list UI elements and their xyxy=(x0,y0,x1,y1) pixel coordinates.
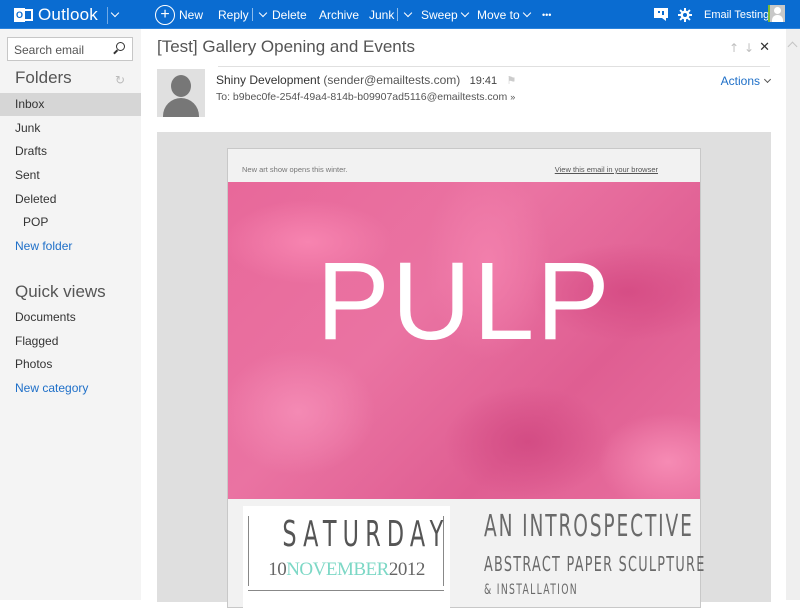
message-time: 19:41 xyxy=(469,75,498,87)
newsletter: New art show opens this winter. View thi… xyxy=(227,148,704,616)
actions-label: Actions xyxy=(720,74,760,88)
intro-heading: AN INTROSPECTIVE xyxy=(484,509,694,544)
scrollbar[interactable] xyxy=(786,29,800,600)
new-label: New xyxy=(179,7,204,22)
actions-menu[interactable]: Actions xyxy=(720,74,772,88)
move-to-button[interactable]: Move to xyxy=(477,0,531,29)
divider xyxy=(248,590,444,591)
sender-name[interactable]: Shiny Development xyxy=(216,73,320,87)
folder-pop[interactable]: POP xyxy=(0,211,141,234)
folder-inbox[interactable]: Inbox xyxy=(0,93,141,116)
hero-image: PULP xyxy=(228,182,700,499)
new-category-link[interactable]: New category xyxy=(0,377,141,400)
sender-avatar xyxy=(157,69,205,117)
top-command-bar: O Outlook + New Reply Delete Archive Jun… xyxy=(0,0,800,29)
reply-options-chevron-icon[interactable] xyxy=(258,8,267,17)
junk-label: Junk xyxy=(369,7,395,22)
folders-heading: Folders xyxy=(15,68,72,87)
more-label: ••• xyxy=(542,9,552,20)
folder-drafts[interactable]: Drafts xyxy=(0,140,141,163)
message-navigation: ↑ ↓ ✕ xyxy=(729,40,770,55)
sweep-label: Sweep xyxy=(421,7,458,22)
feedback-icon xyxy=(654,8,668,21)
close-icon[interactable]: ✕ xyxy=(759,40,770,55)
archive-button[interactable]: Archive xyxy=(319,0,359,29)
event-day: SATURDAY xyxy=(282,514,450,555)
settings-button[interactable] xyxy=(678,0,692,29)
user-name: Email Testing xyxy=(704,8,770,21)
chevron-down-icon xyxy=(763,75,772,83)
event-date-day: 10 xyxy=(268,559,287,580)
next-message-arrow-icon[interactable]: ↓ xyxy=(744,41,754,55)
intro-subheading: ABSTRACT PAPER SCULPTURE xyxy=(484,552,706,576)
search-input[interactable] xyxy=(14,42,110,57)
folder-junk[interactable]: Junk xyxy=(0,117,141,140)
message-subject: [Test] Gallery Opening and Events xyxy=(157,37,415,56)
user-menu[interactable]: Email Testing xyxy=(704,0,769,29)
quick-view-photos[interactable]: Photos xyxy=(0,353,141,376)
folder-deleted[interactable]: Deleted xyxy=(0,188,141,211)
sender-email: (sender@emailtests.com) xyxy=(323,73,461,87)
move-to-label: Move to xyxy=(477,7,520,22)
new-folder-link[interactable]: New folder xyxy=(0,235,141,258)
app-switcher-chevron-icon[interactable] xyxy=(110,8,120,18)
refresh-icon[interactable]: ↻ xyxy=(115,73,125,87)
delete-button[interactable]: Delete xyxy=(272,0,307,29)
quick-view-documents[interactable]: Documents xyxy=(0,306,141,329)
scroll-up-arrow-icon[interactable] xyxy=(787,41,798,52)
event-date: 10NOVEMBER2012 xyxy=(243,559,450,581)
event-date-month: NOVEMBER xyxy=(286,559,389,580)
junk-button[interactable]: Junk xyxy=(369,0,413,29)
quick-views-heading: Quick views xyxy=(15,282,106,301)
reply-button[interactable]: Reply xyxy=(218,0,267,29)
sidebar: Folders ↻ Inbox Junk Drafts Sent Deleted… xyxy=(0,29,141,600)
feedback-button[interactable] xyxy=(654,0,668,29)
more-commands-button[interactable]: ••• xyxy=(542,0,551,29)
chevron-down-icon xyxy=(522,8,531,17)
junk-options-chevron-icon[interactable] xyxy=(404,8,413,17)
outlook-logo-icon: O xyxy=(14,6,34,24)
sender-line: Shiny Development (sender@emailtests.com… xyxy=(216,73,516,87)
chevron-down-icon xyxy=(460,8,469,17)
recipient-line: To: b9bec0fe-254f-49a4-814b-b09907ad5116… xyxy=(216,91,515,103)
event-date-year: 2012 xyxy=(388,559,426,580)
email-body: New art show opens this winter. View thi… xyxy=(157,132,771,616)
divider xyxy=(218,66,770,67)
expand-recipients-icon[interactable]: » xyxy=(510,92,515,102)
divider xyxy=(107,6,108,24)
outlook-logo[interactable]: O Outlook xyxy=(14,5,120,25)
new-button[interactable]: + New xyxy=(155,0,203,29)
preheader-text: New art show opens this winter. xyxy=(242,165,348,174)
divider xyxy=(397,8,399,21)
recipients: To: b9bec0fe-254f-49a4-814b-b09907ad5116… xyxy=(216,91,508,103)
previous-message-arrow-icon[interactable]: ↑ xyxy=(729,41,739,55)
user-avatar[interactable] xyxy=(768,5,785,22)
reply-label: Reply xyxy=(218,7,249,22)
intro-subheading-2: & INSTALLATION xyxy=(484,582,579,598)
quick-view-flagged[interactable]: Flagged xyxy=(0,330,141,353)
divider xyxy=(251,8,253,21)
search-icon[interactable] xyxy=(116,42,125,51)
plus-icon: + xyxy=(155,4,175,25)
archive-label: Archive xyxy=(319,7,360,22)
app-name: Outlook xyxy=(38,5,98,24)
search-box xyxy=(7,37,133,61)
gear-icon xyxy=(678,7,692,22)
hero-title: PULP xyxy=(316,240,612,363)
delete-label: Delete xyxy=(272,7,307,22)
folder-sent[interactable]: Sent xyxy=(0,164,141,187)
reading-pane: [Test] Gallery Opening and Events ↑ ↓ ✕ … xyxy=(141,29,780,616)
view-in-browser-link[interactable]: View this email in your browser xyxy=(555,165,658,174)
sweep-button[interactable]: Sweep xyxy=(421,0,469,29)
flag-icon[interactable]: ⚑ xyxy=(507,75,517,87)
